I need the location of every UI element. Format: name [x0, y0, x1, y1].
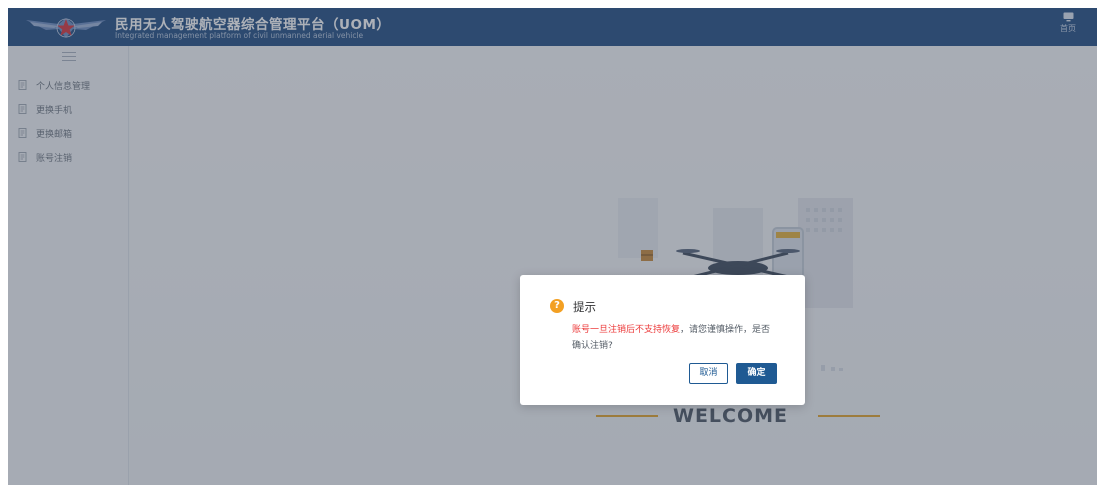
- dialog-warning-text: 账号一旦注销后不支持恢复: [572, 325, 681, 335]
- app-root: 民用无人驾驶航空器综合管理平台（UOM） Integrated manageme…: [8, 8, 1097, 485]
- cancel-button[interactable]: 取消: [689, 363, 728, 384]
- dialog-message: 账号一旦注销后不支持恢复，请您谨慎操作，是否确认注销?: [572, 322, 777, 354]
- dialog-title: 提示: [573, 300, 596, 314]
- question-icon: ?: [550, 299, 564, 313]
- confirm-button[interactable]: 确定: [736, 363, 777, 384]
- confirm-dialog: ? 提示 账号一旦注销后不支持恢复，请您谨慎操作，是否确认注销? 取消 确定: [520, 275, 805, 405]
- modal-overlay[interactable]: [8, 8, 1097, 485]
